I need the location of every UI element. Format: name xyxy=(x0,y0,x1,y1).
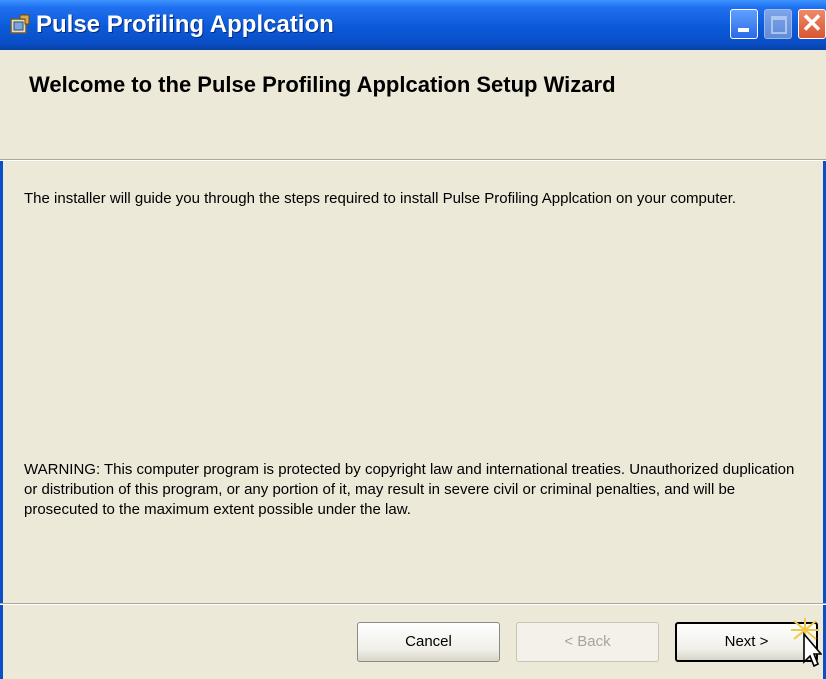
cancel-button[interactable]: Cancel xyxy=(357,622,500,662)
minimize-button[interactable] xyxy=(730,9,758,39)
wizard-header xyxy=(0,50,826,159)
footer-divider xyxy=(0,603,826,605)
back-button: < Back xyxy=(516,622,659,662)
header-divider xyxy=(0,159,826,161)
installer-window: Pulse Profiling Applcation ✕ Welcome to … xyxy=(0,0,826,679)
page-title: Welcome to the Pulse Profiling Applcatio… xyxy=(29,72,616,97)
arrow-cursor-icon xyxy=(791,618,822,668)
window-title: Pulse Profiling Applcation xyxy=(36,11,334,38)
title-bar[interactable]: Pulse Profiling Applcation ✕ xyxy=(0,0,826,50)
close-button[interactable]: ✕ xyxy=(798,9,826,39)
maximize-button xyxy=(764,9,792,39)
installer-icon xyxy=(10,14,30,34)
copyright-warning-text: WARNING: This computer program is protec… xyxy=(24,461,795,518)
intro-text: The installer will guide you through the… xyxy=(24,190,737,207)
